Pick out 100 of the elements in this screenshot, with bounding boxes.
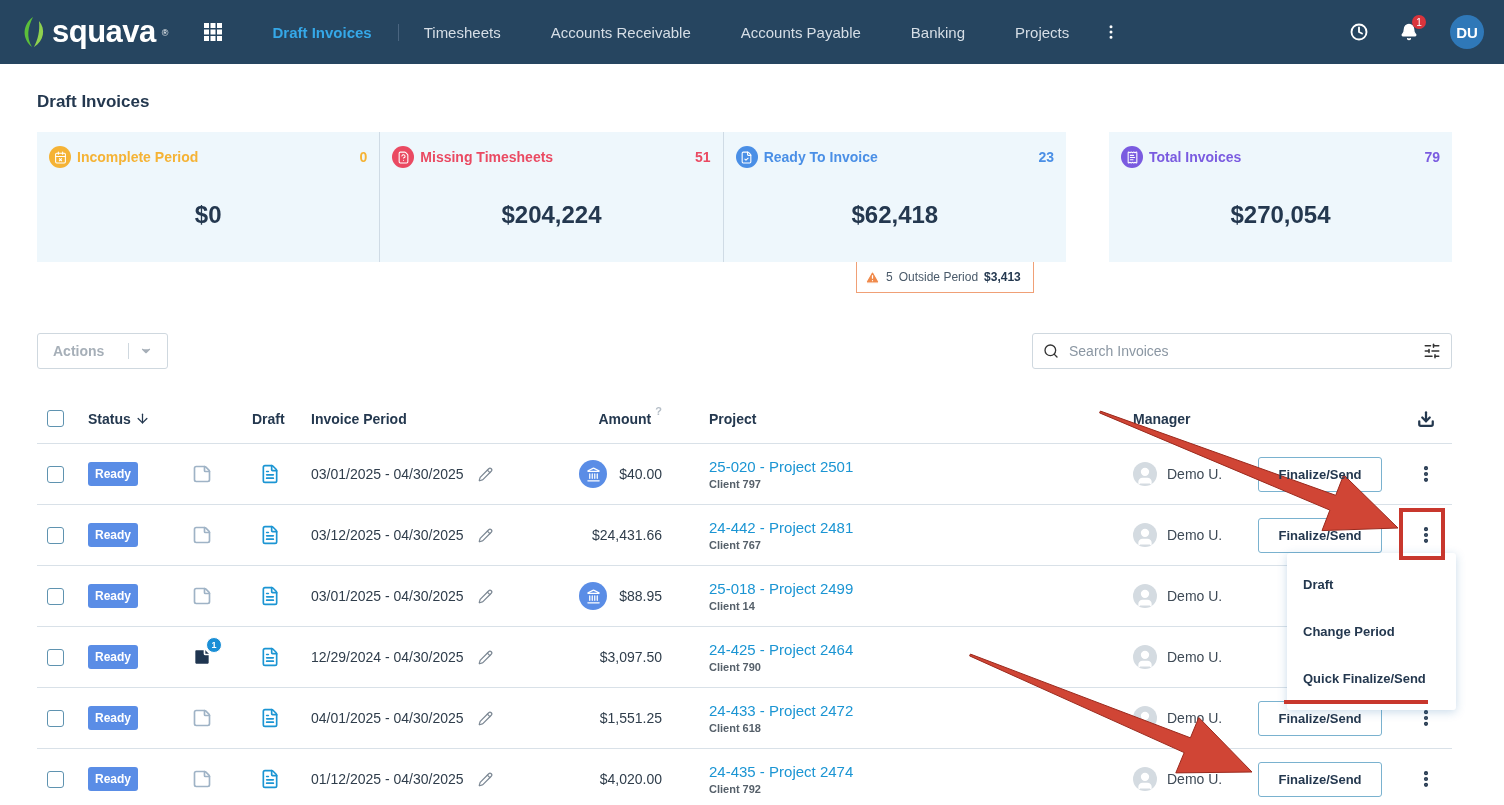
invoice-period: 03/12/2025 - 04/30/2025: [311, 527, 464, 543]
invoice-period: 03/01/2025 - 04/30/2025: [311, 588, 464, 604]
nav-tab[interactable]: Projects: [990, 23, 1095, 41]
card-label: Total Invoices: [1149, 149, 1242, 165]
row-checkbox[interactable]: [47, 770, 64, 788]
nav-tab[interactable]: Timesheets: [398, 23, 526, 41]
invoice-amount: $88.95: [619, 588, 662, 604]
card-label: Incomplete Period: [77, 149, 199, 165]
edit-icon[interactable]: [477, 588, 493, 604]
outside-period-notice[interactable]: 5 Outside Period $3,413: [856, 262, 1034, 293]
highlight-frame: [1399, 508, 1445, 560]
bell-icon[interactable]: [1400, 23, 1418, 41]
edit-icon[interactable]: [477, 527, 493, 543]
invoice-amount: $3,097.50: [599, 649, 662, 665]
status-badge: Ready: [88, 523, 139, 547]
nav-tab[interactable]: Banking: [885, 23, 991, 41]
card-amount: $204,224: [500, 201, 603, 229]
column-header[interactable]: Status: [88, 410, 150, 427]
document-icon[interactable]: [260, 647, 280, 667]
row-checkbox[interactable]: [47, 587, 64, 605]
row-checkbox[interactable]: [47, 709, 64, 727]
invoice-amount: $1,551.25: [599, 710, 662, 726]
logo-text: squava: [52, 14, 156, 50]
client-name: Client 797: [709, 478, 762, 490]
clock-icon[interactable]: [1350, 23, 1368, 41]
notice-count: 5: [886, 270, 893, 284]
document-icon[interactable]: [260, 708, 280, 728]
search-field[interactable]: Search Invoices: [1032, 333, 1452, 369]
card-count: 23: [1038, 149, 1054, 165]
document-icon[interactable]: [260, 769, 280, 789]
registered-mark: ®: [161, 28, 169, 38]
invoice-period: 01/12/2025 - 04/30/2025: [311, 771, 464, 787]
nav-tab[interactable]: Draft Invoices: [246, 23, 399, 41]
row-checkbox[interactable]: [47, 648, 64, 666]
edit-icon[interactable]: [477, 466, 493, 482]
bank-icon[interactable]: [579, 582, 608, 610]
row-checkbox[interactable]: [47, 526, 64, 544]
edit-icon[interactable]: [477, 771, 493, 787]
menu-item[interactable]: Draft: [1287, 561, 1456, 608]
select-all-checkbox[interactable]: [47, 410, 64, 427]
notice-amount: $3,413: [984, 270, 1021, 284]
manager-name: Demo U.: [1167, 588, 1223, 604]
user-avatar-icon: [1133, 584, 1157, 608]
client-name: Client 14: [709, 600, 756, 612]
client-name: Client 790: [709, 661, 762, 673]
document-icon[interactable]: [260, 464, 280, 484]
client-name: Client 792: [709, 783, 762, 795]
status-badge: Ready: [88, 462, 139, 486]
invoice-period: 12/29/2024 - 04/30/2025: [311, 649, 464, 665]
column-header[interactable]: Project: [662, 410, 757, 427]
column-header[interactable]: Invoice Period: [311, 410, 407, 427]
card-label: Missing Timesheets: [420, 149, 554, 165]
edit-icon[interactable]: [477, 710, 493, 726]
user-avatar[interactable]: DU: [1450, 15, 1484, 49]
document-icon[interactable]: [260, 586, 280, 606]
user-avatar-icon: [1133, 645, 1157, 669]
user-avatar-icon: [1133, 462, 1157, 486]
card-label: Ready To Invoice: [763, 149, 878, 165]
invoice-amount: $4,020.00: [599, 771, 662, 787]
card-count: 79: [1424, 149, 1440, 165]
finalize-send-button[interactable]: Finalize/Send: [1258, 761, 1382, 797]
download-icon[interactable]: [1417, 409, 1435, 428]
card-count: 51: [695, 149, 711, 165]
user-avatar-icon: [1133, 767, 1157, 791]
manager-name: Demo U.: [1167, 649, 1223, 665]
column-header[interactable]: Draft: [252, 410, 285, 427]
invoice-amount: $40.00: [619, 466, 662, 482]
status-badge: Ready: [88, 584, 139, 608]
nav-tab[interactable]: Accounts Receivable: [525, 23, 716, 41]
card-amount: $0: [193, 201, 223, 229]
menu-item[interactable]: Change Period: [1287, 608, 1456, 655]
edit-icon[interactable]: [477, 649, 493, 665]
invoice-amount: $24,431.66: [591, 527, 662, 543]
client-name: Client 767: [709, 539, 762, 551]
bank-icon[interactable]: [579, 460, 608, 488]
page-title: Draft Invoices: [37, 92, 151, 112]
search-icon: [1043, 343, 1059, 359]
client-name: Client 618: [709, 722, 762, 734]
card-amount: $270,054: [1229, 201, 1332, 229]
row-checkbox[interactable]: [47, 465, 64, 483]
status-badge: Ready: [88, 706, 139, 730]
notes-count-badge: 1: [206, 637, 222, 653]
notification-badge: 1: [1412, 15, 1426, 29]
status-badge: Ready: [88, 645, 139, 669]
menu-item[interactable]: Quick Finalize/Send: [1287, 655, 1456, 702]
invoice-period: 04/01/2025 - 04/30/2025: [311, 710, 464, 726]
invoice-period: 03/01/2025 - 04/30/2025: [311, 466, 464, 482]
manager-name: Demo U.: [1167, 527, 1223, 543]
card-count: 0: [359, 149, 368, 165]
user-avatar-icon: [1133, 523, 1157, 547]
nav-tab[interactable]: Accounts Payable: [715, 23, 886, 41]
notice-label: Outside Period: [898, 270, 979, 284]
document-icon[interactable]: [260, 525, 280, 545]
apps-grid-icon[interactable]: [204, 23, 223, 41]
filter-icon[interactable]: [1423, 342, 1441, 360]
column-header[interactable]: Manager: [1133, 410, 1191, 427]
manager-name: Demo U.: [1167, 771, 1223, 787]
manager-name: Demo U.: [1167, 710, 1223, 726]
warning-icon: [865, 269, 880, 285]
status-badge: Ready: [88, 767, 139, 791]
